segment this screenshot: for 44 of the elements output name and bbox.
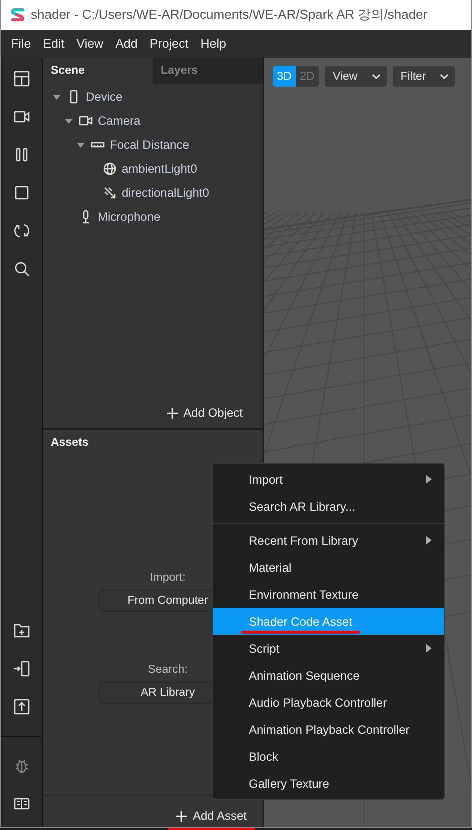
window-title: shader - C:/Users/WE-AR/Documents/WE-AR/Spark AR 강의/shader: [31, 6, 428, 24]
import-label: Import:: [150, 572, 186, 584]
tree-item[interactable]: Device: [86, 90, 123, 104]
menu-item[interactable]: Search AR Library...: [213, 493, 444, 520]
menu-item[interactable]: Script: [213, 635, 444, 662]
plus-icon: [166, 408, 178, 418]
chevron-icon: [440, 74, 450, 80]
menu-item[interactable]: Material: [213, 554, 444, 581]
folder-plus-icon[interactable]: [12, 622, 30, 640]
square-icon[interactable]: [12, 184, 30, 202]
layout-icon[interactable]: [12, 70, 30, 88]
menu-item[interactable]: Gallery Texture: [213, 770, 444, 797]
arrow-into-phone-icon[interactable]: [12, 660, 30, 678]
search-icon[interactable]: [12, 260, 30, 278]
menu-item[interactable]: Recent From Library: [213, 527, 444, 554]
menu-item[interactable]: Block: [213, 743, 444, 770]
plus-icon: [176, 810, 187, 822]
menu-item[interactable]: Edit: [37, 37, 71, 51]
chevron-icon: [372, 74, 381, 80]
globe-icon: [103, 162, 117, 176]
add-asset-button[interactable]: Add Asset: [176, 809, 247, 823]
upload-icon[interactable]: [12, 698, 30, 716]
tree-item[interactable]: ambientLight0: [122, 162, 198, 176]
tree-item[interactable]: Camera: [98, 114, 141, 128]
menu-item[interactable]: File: [5, 37, 38, 51]
tree-item[interactable]: Microphone: [98, 210, 161, 224]
search-label: Search:: [148, 664, 188, 676]
panel-title: Assets: [50, 436, 90, 451]
menu-item[interactable]: Add: [110, 37, 144, 51]
menu-item[interactable]: View: [70, 37, 110, 51]
tree-item[interactable]: directionalLight0: [122, 186, 210, 200]
app-logo-icon: [11, 7, 25, 23]
panel-tab[interactable]: Layers: [153, 58, 263, 84]
arrows-icon: [103, 186, 117, 200]
menu-item[interactable]: Animation Playback Controller: [213, 716, 444, 743]
menu-item[interactable]: Project: [144, 37, 195, 51]
add-object-button[interactable]: Add Object: [166, 406, 243, 420]
tree-item[interactable]: Focal Distance: [110, 138, 190, 152]
menu-item[interactable]: Import: [213, 466, 444, 493]
dropdown[interactable]: View: [325, 66, 387, 87]
refresh-icon[interactable]: [12, 222, 30, 240]
menu-item[interactable]: Help: [194, 37, 232, 51]
dropdown[interactable]: Filter: [392, 66, 456, 87]
video-camera-icon: [79, 114, 93, 128]
